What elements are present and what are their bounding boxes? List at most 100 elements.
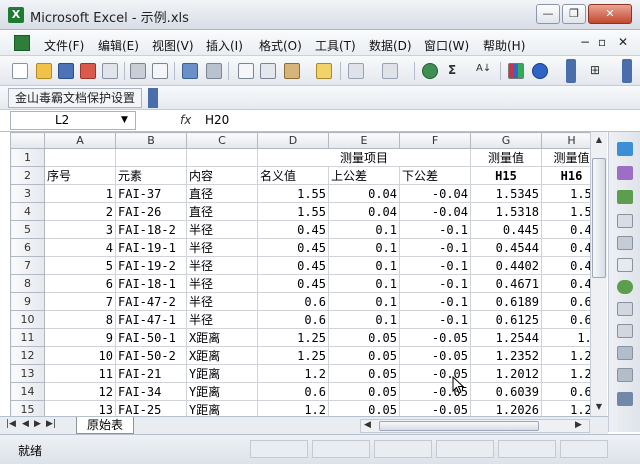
cell[interactable]: -0.05 [399,346,471,365]
cell[interactable]: 1.55 [257,184,329,203]
cell[interactable]: FAI-50-2 [115,346,187,365]
cell[interactable]: 0.6125 [470,310,542,329]
column-header[interactable]: E [328,132,400,149]
cell[interactable]: 0.6 [257,310,329,329]
cell[interactable]: FAI-18-2 [115,220,187,239]
toolbar-options-icon[interactable] [148,88,158,108]
cell[interactable]: 半径 [186,292,258,311]
cell[interactable]: 0.05 [328,364,400,383]
menu-format[interactable]: 格式(O) [259,37,302,54]
menu-view[interactable]: 视图(V) [152,37,194,54]
cell[interactable]: 0.1 [328,292,400,311]
cell[interactable]: Y距离 [186,364,258,383]
open-icon[interactable] [36,63,52,79]
cell[interactable]: 0.45 [257,238,329,257]
cell[interactable]: 1.2 [257,400,329,416]
column-header[interactable]: G [470,132,542,149]
minimize-button[interactable]: — [536,4,560,24]
undo-icon[interactable] [348,63,364,79]
cell[interactable]: 直径 [186,202,258,221]
cell[interactable]: 下公差 [399,166,471,185]
cell[interactable]: 10 [44,346,116,365]
cell[interactable]: 4 [44,238,116,257]
cell[interactable]: FAI-19-1 [115,238,187,257]
cell[interactable]: 直径 [186,184,258,203]
hyperlink-icon[interactable] [422,63,438,79]
chart-wizard-icon[interactable] [508,63,524,79]
copy-icon[interactable] [260,63,276,79]
cell[interactable]: 0.6039 [470,382,542,401]
cell[interactable]: 0.45 [257,274,329,293]
cell[interactable]: -0.1 [399,292,471,311]
cell[interactable]: 0.05 [328,400,400,416]
cell[interactable] [44,148,116,167]
cell[interactable] [186,148,258,167]
cell[interactable]: 0.445 [470,220,542,239]
column-header[interactable]: C [186,132,258,149]
scroll-right-icon[interactable]: ▶ [575,420,582,430]
cell[interactable]: -0.1 [399,256,471,275]
toolbar-options-icon[interactable] [566,59,576,83]
row-header[interactable]: 8 [10,274,45,293]
menu-window[interactable]: 窗口(W) [424,37,469,54]
cell[interactable]: FAI-47-1 [115,310,187,329]
print-icon[interactable] [130,63,146,79]
redo-icon[interactable] [382,63,398,79]
vertical-scrollbar[interactable]: ▲ ▼ [590,132,607,416]
new-icon[interactable] [12,63,28,79]
cell[interactable]: 1.2012 [470,364,542,383]
cell[interactable]: FAI-21 [115,364,187,383]
row-header[interactable]: 10 [10,310,45,329]
cell[interactable]: FAI-26 [115,202,187,221]
print-preview-icon[interactable] [152,63,168,79]
row-header[interactable]: 12 [10,346,45,365]
permission-icon[interactable] [80,63,96,79]
cell[interactable]: 半径 [186,220,258,239]
menu-edit[interactable]: 编辑(E) [98,37,139,54]
shapes-icon[interactable] [617,190,633,204]
row-header[interactable]: 6 [10,238,45,257]
name-box[interactable]: L2 [10,111,136,130]
mdi-restore-button[interactable]: ▫ [598,35,606,49]
close-button[interactable]: ✕ [588,4,632,24]
scroll-thumb[interactable] [379,421,539,431]
cell[interactable]: 1.2544 [470,328,542,347]
spreadsheet-grid[interactable]: A B C D E F G H 1 测量项目 测量值 测量值 2 序号 元素 内容 名义值 上公差… [10,132,608,416]
scroll-up-icon[interactable]: ▲ [592,133,606,147]
cell[interactable]: -0.1 [399,310,471,329]
menu-file[interactable]: 文件(F) [44,37,84,54]
cell[interactable]: 5 [44,256,116,275]
cell[interactable]: 6 [44,274,116,293]
document-protection-button[interactable]: 金山毒霸文档保护设置 [8,88,143,108]
cell[interactable]: FAI-19-2 [115,256,187,275]
next-sheet-icon[interactable]: ▶ [34,419,41,429]
format-painter-icon[interactable] [316,63,332,79]
cell[interactable]: 2 [44,202,116,221]
cell[interactable]: 半径 [186,238,258,257]
cell[interactable]: 1.25 [257,346,329,365]
last-sheet-icon[interactable]: ▶| [46,419,56,429]
row-header[interactable]: 2 [10,166,45,185]
column-header[interactable]: B [115,132,187,149]
toolbar-options-icon[interactable] [622,59,632,83]
cell[interactable]: 1.2026 [470,400,542,416]
cell[interactable]: -0.05 [399,328,471,347]
select-all-corner[interactable] [10,132,45,149]
scroll-left-icon[interactable]: ◀ [364,420,371,430]
cell[interactable]: -0.1 [399,238,471,257]
first-sheet-icon[interactable]: |◀ [6,419,16,429]
cell[interactable]: 0.05 [328,328,400,347]
cell[interactable]: Y距离 [186,400,258,416]
cell[interactable]: 0.4671 [470,274,542,293]
cell[interactable]: 0.04 [328,202,400,221]
cell[interactable]: FAI-18-1 [115,274,187,293]
label-icon[interactable] [617,236,633,250]
chevron-down-icon[interactable]: ▼ [121,115,128,125]
clipart-icon[interactable] [617,166,633,180]
cell[interactable]: 0.1 [328,256,400,275]
cell[interactable]: 12 [44,382,116,401]
column-header[interactable]: A [44,132,116,149]
cell[interactable]: 1.5345 [470,184,542,203]
pen-icon[interactable] [617,142,633,156]
cell[interactable]: 内容 [186,166,258,185]
